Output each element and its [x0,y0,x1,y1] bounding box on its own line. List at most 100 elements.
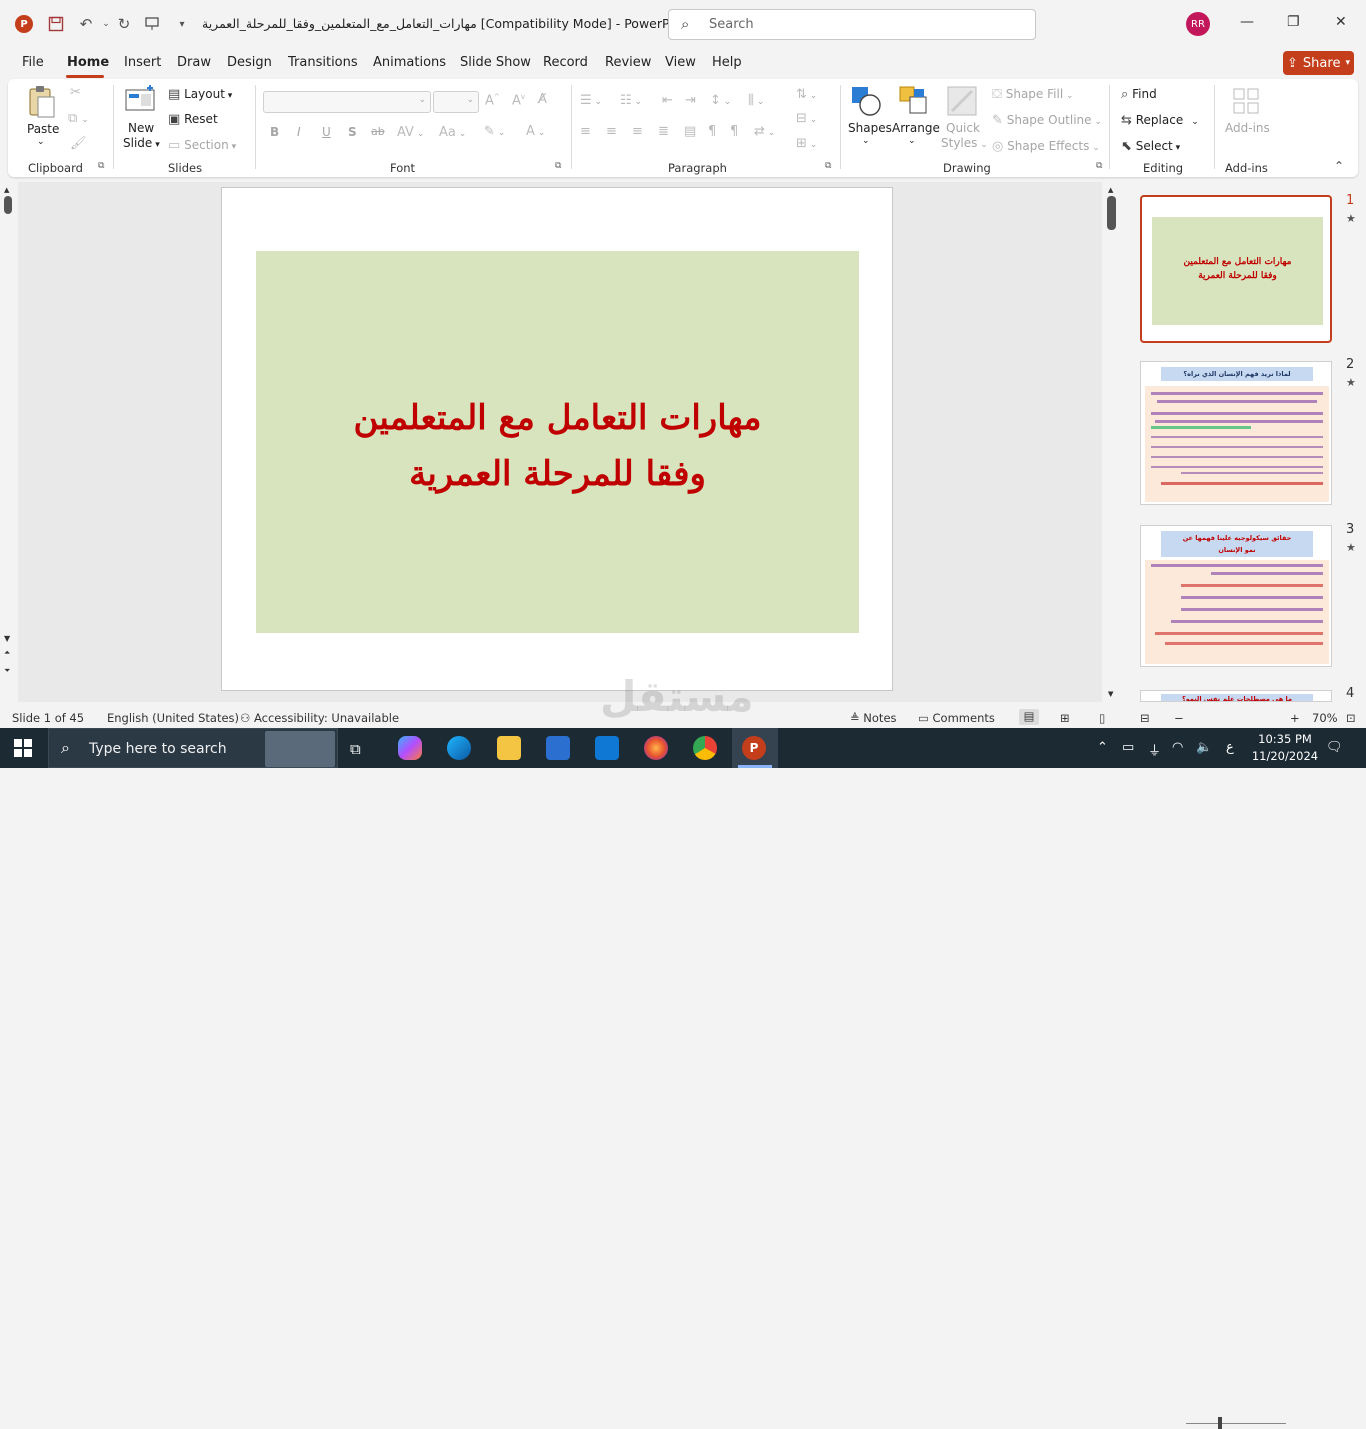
paste-dropdown-icon[interactable]: ⌄ [37,137,45,147]
select-button[interactable]: ⬉ Select ▾ [1121,139,1180,154]
collapse-ribbon-icon[interactable]: ⌃ [1334,159,1344,173]
slide-sorter-icon[interactable]: ⊞ [1060,711,1070,725]
close-icon[interactable]: ✕ [1335,14,1347,30]
usb-icon[interactable]: ⏚ [1148,740,1161,759]
powerpoint-icon[interactable]: P [742,736,766,760]
quick-styles-label-1[interactable]: Quick [946,121,980,135]
tab-review[interactable]: Review [605,55,651,70]
text-direction-vertical-icon[interactable]: ⇅ [796,87,807,102]
tab-transitions[interactable]: Transitions [288,55,358,70]
redo-icon[interactable]: ↻ [114,14,134,34]
copy-icon[interactable]: ⧉ [68,111,77,126]
store-icon[interactable] [546,736,570,760]
new-slide-icon[interactable] [124,85,156,115]
copilot-icon[interactable] [398,736,422,760]
thumbnail-slide-2[interactable]: لماذا نريد فهم الإنسان الذي نراه؟ [1140,361,1332,505]
increase-indent-icon[interactable]: ⇥ [685,93,696,108]
reading-view-icon[interactable]: ▯ [1099,711,1105,725]
fit-slide-icon[interactable]: ⊡ [1346,711,1356,725]
tab-slide-show[interactable]: Slide Show [460,55,531,70]
addins-button[interactable]: Add-ins [1225,121,1270,135]
slide-title[interactable]: مهارات التعامل مع المتعلمين وفقا للمرحلة… [256,390,859,502]
paragraph-launcher-icon[interactable]: ⧉ [825,161,831,171]
cut-icon[interactable]: ✂ [70,85,81,100]
align-left-icon[interactable]: ≡ [580,124,591,139]
tab-record[interactable]: Record [543,55,588,70]
scroll-thumb[interactable] [4,196,12,214]
align-text-icon[interactable]: ⊟ [796,111,807,126]
font-launcher-icon[interactable]: ⧉ [555,161,561,171]
arrange-icon[interactable] [898,85,930,117]
font-color-icon[interactable]: A [526,124,535,139]
previous-slide-icon[interactable]: ⏶ [4,648,10,658]
drawing-launcher-icon[interactable]: ⧉ [1096,161,1102,171]
scroll-up-icon[interactable]: ▲ [4,186,9,194]
minimize-icon[interactable]: — [1240,14,1254,30]
addins-icon[interactable] [1232,87,1260,115]
avatar[interactable]: RR [1186,12,1210,36]
wifi-icon[interactable]: ◠ [1172,740,1183,755]
smartart-icon[interactable]: ⊞ [796,136,807,151]
scroll-up-icon[interactable]: ▲ [1108,186,1113,194]
thumbnail-slide-3[interactable]: حقائق سيكولوجيه علينا فهمها عن نمو الإنس… [1140,525,1332,667]
highlight-color-icon[interactable]: ✎ [484,124,495,139]
search-input[interactable]: ⌕ Search [668,9,1036,40]
normal-view-icon[interactable]: ▤ [1019,709,1039,725]
zoom-slider-thumb[interactable] [1218,1417,1222,1429]
underline-button[interactable]: U [322,125,331,139]
layout-button[interactable]: ▤ Layout ▾ [168,87,232,102]
tab-animations[interactable]: Animations [373,55,446,70]
volume-icon[interactable]: 🔈 [1196,740,1212,755]
increase-font-icon[interactable]: A^ [485,93,500,108]
bullets-icon[interactable]: ☰ [580,93,592,108]
file-explorer-icon[interactable] [497,736,521,760]
distributed-icon[interactable]: ▤ [684,124,696,139]
align-center-icon[interactable]: ≡ [606,124,617,139]
bold-button[interactable]: B [270,125,279,139]
next-slide-icon[interactable]: ⏷ [4,666,10,676]
windows-start-icon[interactable] [14,739,32,760]
task-view-icon[interactable]: ⧉ [350,740,361,758]
shape-effects-button[interactable]: ◎ Shape Effects ⌄ [992,139,1100,154]
rtl-icon[interactable]: ¶ [730,124,738,139]
zoom-out-icon[interactable]: − [1174,711,1184,725]
arrange-dropdown-icon[interactable]: ⌄ [908,136,916,146]
shape-outline-button[interactable]: ✎ Shape Outline ⌄ [992,113,1102,128]
shapes-button[interactable]: Shapes [848,121,892,135]
save-icon[interactable] [46,14,66,34]
undo-icon[interactable]: ↶ [76,14,96,34]
mail-icon[interactable] [595,736,619,760]
accessibility-status[interactable]: ⚇ Accessibility: Unavailable [240,711,399,725]
tab-design[interactable]: Design [227,55,272,70]
arrange-button[interactable]: Arrange [892,121,940,135]
reset-button[interactable]: ▣ Reset [168,112,218,127]
new-slide-label-1[interactable]: New [128,121,154,135]
chrome-icon[interactable] [693,736,717,760]
section-button[interactable]: ▭ Section ▾ [168,138,236,153]
quick-styles-icon[interactable] [946,85,978,117]
tray-chevron-icon[interactable]: ⌃ [1097,740,1108,755]
scroll-thumb[interactable] [1107,196,1116,230]
font-size-select[interactable]: ⌄ [433,91,479,113]
tab-home[interactable]: Home [67,55,109,70]
edge-icon[interactable] [447,736,471,760]
customize-toolbar-icon[interactable]: ▾ [172,14,192,34]
clipboard-launcher-icon[interactable]: ⧉ [98,161,104,171]
clear-formatting-icon[interactable]: A̸ [538,92,547,107]
slideshow-view-icon[interactable]: ⊟ [1140,711,1150,725]
share-button[interactable]: ⇪ Share ▾ [1283,51,1354,75]
format-painter-icon[interactable]: 🖌 [70,136,87,151]
line-spacing-icon[interactable]: ↕ [710,93,721,108]
notes-button[interactable]: ≜ Notes [850,711,897,725]
slide-scrollbar[interactable]: ▲ ▼ [1103,182,1120,702]
tab-draw[interactable]: Draw [177,55,211,70]
comments-button[interactable]: ▭ Comments [918,711,995,725]
change-case-icon[interactable]: Aa [439,125,456,140]
tab-view[interactable]: View [665,55,696,70]
align-right-icon[interactable]: ≡ [632,124,643,139]
zoom-in-icon[interactable]: + [1290,711,1300,725]
font-family-select[interactable]: ⌄ [263,91,431,113]
shape-fill-button[interactable]: ⛋ Shape Fill ⌄ [992,87,1074,102]
zoom-slider[interactable] [1186,1423,1286,1424]
zoom-level[interactable]: 70% [1312,711,1338,725]
